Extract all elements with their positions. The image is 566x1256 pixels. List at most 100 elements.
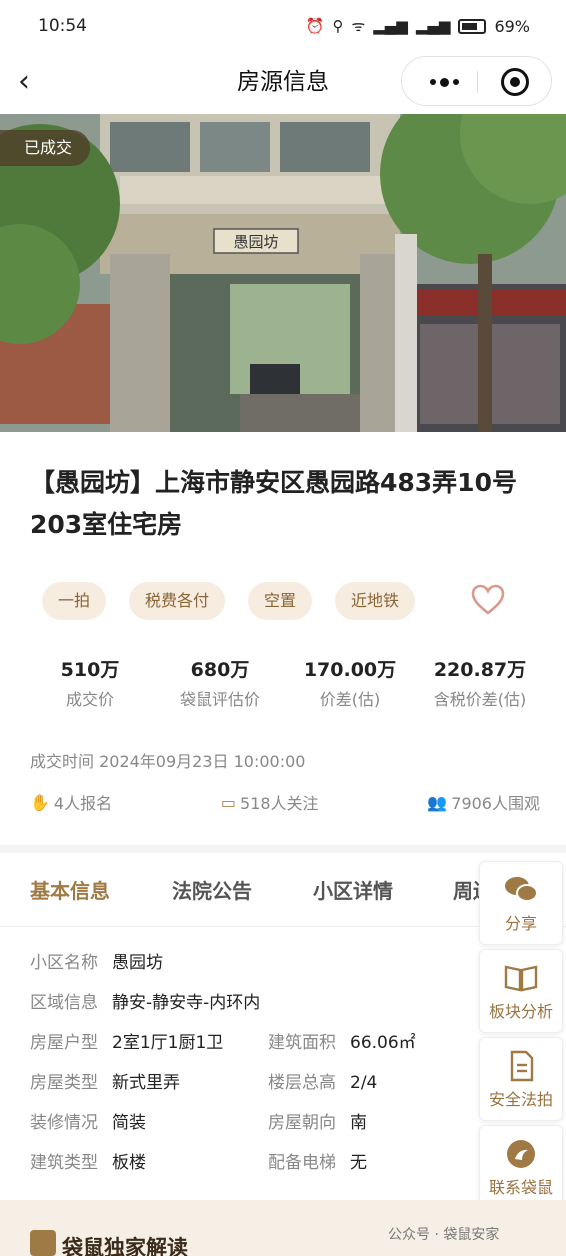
contact-button[interactable]: 联系袋鼠	[479, 1125, 563, 1209]
info-label: 楼层总高	[268, 1073, 336, 1093]
battery-level: 69%	[494, 16, 530, 36]
stat-deal-price: 510万 成交价	[30, 655, 150, 715]
location-icon: ⚲	[332, 17, 344, 35]
info-orientation: 房屋朝向 南	[268, 1111, 367, 1135]
alarm-icon: ⏰	[305, 17, 325, 35]
info-building-type: 建筑类型 板楼	[30, 1151, 146, 1175]
photo-sign-text: 愚园坊	[233, 233, 278, 251]
stat-tax-gap: 220.87万 含税价差(估)	[420, 655, 540, 715]
info-community: 小区名称 愚园坊	[30, 951, 163, 975]
info-layout: 房屋户型 2室1厅1厨1卫	[30, 1031, 223, 1055]
block-analysis-label: 板块分析	[488, 1002, 553, 1021]
tab-community-detail[interactable]: 小区详情	[313, 875, 393, 904]
nav-bar: ‹ 房源信息	[0, 52, 566, 112]
follow-count: 518人关注	[240, 794, 319, 813]
safe-auction-button[interactable]: 安全法拍	[479, 1037, 563, 1121]
status-icons: ⏰ ⚲ ᯤ ▂▄▆ ▂▄▆ 69%	[306, 16, 530, 36]
info-label: 房屋类型	[30, 1073, 98, 1093]
info-value: 2/4	[350, 1073, 378, 1093]
hand-icon: ✋	[30, 792, 50, 812]
battery-icon	[458, 18, 487, 34]
info-label: 建筑类型	[30, 1153, 98, 1173]
photo-illustration: 愚园坊	[0, 114, 566, 432]
vr-glasses-icon: ▭	[220, 792, 237, 812]
info-elevator: 配备电梯 无	[268, 1151, 367, 1175]
info-label: 装修情况	[30, 1113, 98, 1133]
stat-value: 170.00万	[303, 659, 397, 681]
stat-label: 价差(估)	[319, 690, 381, 709]
people-icon: 👥	[427, 792, 448, 812]
info-value: 静安-静安寺-内环内	[112, 993, 261, 1013]
info-value: 愚园坊	[112, 953, 163, 973]
info-decoration: 装修情况 简装	[30, 1111, 146, 1135]
exclusive-title: 袋鼠独家解读	[62, 1236, 188, 1256]
info-value: 无	[350, 1153, 367, 1173]
contact-label: 联系袋鼠	[488, 1178, 553, 1197]
signal-icon-2: ▂▄▆	[415, 17, 451, 35]
share-label: 分享	[504, 914, 537, 933]
deal-time: 成交时间 2024年09月23日 10:00:00	[30, 752, 306, 771]
info-label: 房屋朝向	[268, 1113, 336, 1133]
info-label: 小区名称	[30, 953, 98, 973]
status-bar: 10:54 ⏰ ⚲ ᯤ ▂▄▆ ▂▄▆ 69%	[0, 0, 566, 52]
close-target-icon[interactable]	[501, 68, 529, 96]
stat-label: 含税价差(估)	[433, 690, 527, 709]
block-analysis-button[interactable]: 板块分析	[479, 949, 563, 1033]
open-book-icon	[504, 965, 538, 992]
stat-valuation: 680万 袋鼠评估价	[160, 655, 280, 715]
chat-icon	[505, 877, 538, 902]
tab-basic-info[interactable]: 基本信息	[30, 875, 110, 904]
more-icon[interactable]	[424, 67, 464, 97]
stat-value: 220.87万	[433, 659, 527, 681]
mini-program-capsule	[401, 56, 552, 106]
viewer-count: 7906人围观	[451, 794, 540, 813]
tag-item: 税费各付	[129, 582, 226, 620]
info-value: 新式里弄	[112, 1073, 180, 1093]
favorite-heart-icon[interactable]	[470, 582, 506, 618]
tab-court-notice[interactable]: 法院公告	[172, 875, 252, 904]
price-stats: 510万 成交价 680万 袋鼠评估价 170.00万 价差(估) 220.87…	[30, 655, 540, 715]
info-label: 房屋户型	[30, 1033, 98, 1053]
signup-count: 4人报名	[53, 794, 113, 813]
info-value: 南	[350, 1113, 367, 1133]
status-time: 10:54	[38, 16, 87, 36]
tag-item: 近地铁	[335, 582, 416, 620]
wifi-icon: ᯤ	[351, 17, 366, 35]
info-label: 建筑面积	[268, 1033, 336, 1053]
stat-value: 680万	[190, 659, 250, 681]
stat-price-gap: 170.00万 价差(估)	[290, 655, 410, 715]
stat-label: 袋鼠评估价	[179, 690, 260, 709]
stat-value: 510万	[60, 659, 120, 681]
tag-list: 一拍 税费各付 空置 近地铁	[42, 582, 416, 620]
document-icon	[510, 1050, 534, 1082]
kangaroo-logo-icon	[507, 1140, 535, 1168]
info-label: 配备电梯	[268, 1153, 336, 1173]
signup-counter: ✋ 4人报名	[30, 790, 112, 814]
follow-counter: ▭ 518人关注	[221, 790, 319, 814]
capsule-divider	[477, 71, 478, 93]
info-region: 区域信息 静安-静安寺-内环内	[30, 991, 260, 1015]
watermark: 公众号 · 袋鼠安家	[388, 1227, 500, 1243]
info-value: 简装	[112, 1113, 146, 1133]
info-value: 2室1厅1厨1卫	[112, 1033, 224, 1053]
safe-auction-label: 安全法拍	[488, 1090, 553, 1109]
share-button[interactable]: 分享	[479, 861, 563, 945]
tag-item: 一拍	[42, 582, 107, 620]
stat-label: 成交价	[65, 690, 114, 709]
info-value: 66.06㎡	[350, 1033, 416, 1053]
info-floor: 楼层总高 2/4	[268, 1071, 377, 1095]
kangaroo-badge-icon	[30, 1230, 56, 1256]
section-divider	[0, 845, 566, 853]
property-photo[interactable]: 愚园坊 已成交	[0, 114, 566, 432]
tag-item: 空置	[248, 582, 313, 620]
listing-title: 【愚园坊】上海市静安区愚园路483弄10号203室住宅房	[30, 468, 517, 539]
exclusive-section: 袋鼠独家解读 公众号 · 袋鼠安家	[0, 1200, 566, 1256]
info-house-type: 房屋类型 新式里弄	[30, 1071, 180, 1095]
activity-counters: ✋ 4人报名 ▭ 518人关注 👥 7906人围观	[30, 790, 540, 814]
viewer-counter: 👥 7906人围观	[427, 790, 540, 814]
sold-badge: 已成交	[0, 130, 91, 166]
signal-icon: ▂▄▆	[373, 17, 408, 35]
info-label: 区域信息	[30, 993, 98, 1013]
info-area: 建筑面积 66.06㎡	[268, 1031, 416, 1055]
info-value: 板楼	[112, 1153, 146, 1173]
